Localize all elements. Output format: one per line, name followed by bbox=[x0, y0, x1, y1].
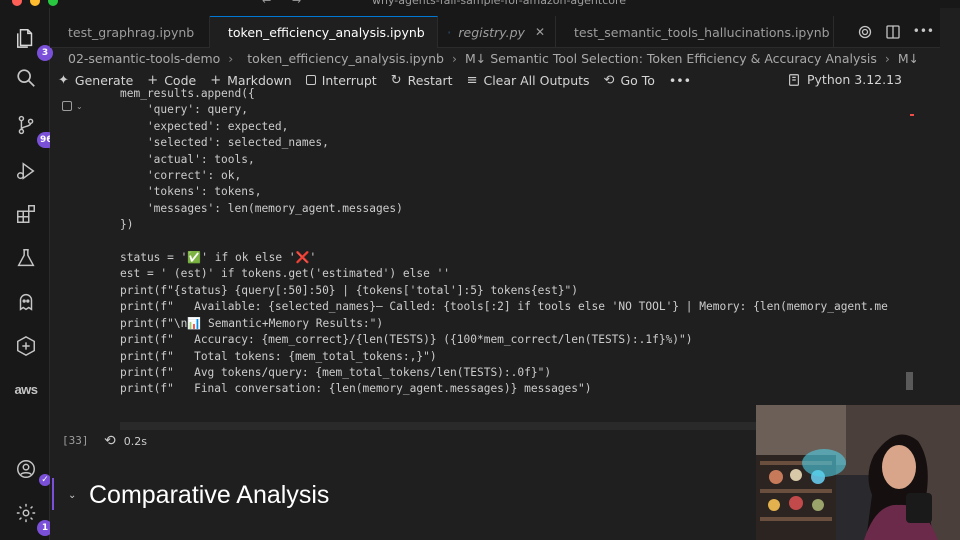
collapse-chevron-icon[interactable]: ⌄ bbox=[68, 490, 76, 501]
code-line: print(f" Avg tokens/query: {mem_total_to… bbox=[120, 365, 552, 379]
breadcrumb-file[interactable]: token_efficiency_analysis.ipynb bbox=[247, 51, 444, 66]
code-cell[interactable]: mem_results.append({ 'query': query, 'ex… bbox=[120, 86, 888, 398]
remote-icon[interactable] bbox=[13, 333, 39, 359]
activity-bar: 3 96 aws ✓ 1 bbox=[0, 8, 56, 540]
execution-status: ⟲ 0.2s bbox=[104, 433, 147, 449]
aws-icon[interactable]: aws bbox=[13, 376, 39, 402]
code-line: 'tokens': tokens, bbox=[120, 185, 262, 199]
code-line: 'messages': len(memory_agent.messages) bbox=[120, 201, 403, 215]
code-line: }) bbox=[120, 218, 134, 232]
forward-arrow-icon[interactable]: → bbox=[292, 0, 301, 7]
source-control-icon[interactable]: 96 bbox=[13, 112, 56, 148]
execution-count: [33] bbox=[62, 434, 89, 447]
breadcrumb-folder[interactable]: 02-semantic-tools-demo bbox=[68, 51, 220, 66]
kernel-label: Python 3.12.13 bbox=[806, 72, 902, 87]
code-line: est = ' (est)' if tokens.get('estimated'… bbox=[120, 267, 451, 281]
tab-registry[interactable]: registry.py ✕ bbox=[438, 16, 556, 48]
run-debug-icon[interactable] bbox=[13, 158, 39, 184]
code-line: 'actual': tools, bbox=[120, 152, 255, 166]
tab-token-efficiency[interactable]: token_efficiency_analysis.ipynb bbox=[210, 16, 438, 48]
code-line: 'expected': expected, bbox=[120, 119, 289, 133]
close-tab-icon[interactable]: ✕ bbox=[535, 25, 545, 39]
breadcrumb: 02-semantic-tools-demo › token_efficienc… bbox=[50, 48, 916, 68]
cell-focus-indicator bbox=[52, 478, 54, 510]
kernel-picker[interactable]: Python 3.12.13 bbox=[787, 72, 902, 87]
tab-test-semantic-tools[interactable]: test_semantic_tools_hallucinations.ipynb bbox=[556, 16, 834, 48]
sparkle-icon: ✦ bbox=[58, 72, 69, 88]
search-icon[interactable] bbox=[13, 65, 39, 91]
chevron-right-icon: › bbox=[452, 50, 457, 66]
code-line: print(f" Total tokens: {mem_total_tokens… bbox=[120, 349, 437, 363]
code-line: 'correct': ok, bbox=[120, 169, 242, 183]
settings-gear-icon[interactable] bbox=[857, 24, 873, 40]
editor-actions: ••• bbox=[857, 24, 934, 40]
editor-tab-bar: test_graphrag.ipynb token_efficiency_ana… bbox=[50, 8, 940, 48]
kernel-icon bbox=[789, 73, 799, 86]
manage-gear-icon[interactable]: 1 bbox=[13, 500, 53, 536]
scrollbar-error-marker bbox=[910, 114, 914, 116]
tab-label: token_efficiency_analysis.ipynb bbox=[228, 25, 425, 40]
tab-test-graphrag[interactable]: test_graphrag.ipynb bbox=[50, 16, 210, 48]
testing-icon[interactable] bbox=[13, 245, 39, 271]
explorer-icon[interactable]: 3 bbox=[13, 25, 53, 61]
code-line: print(f"\n📊 Semantic+Memory Results:") bbox=[120, 316, 384, 330]
webcam-overlay bbox=[756, 405, 960, 540]
copilot-icon[interactable] bbox=[13, 289, 39, 315]
python-file-icon bbox=[448, 31, 451, 33]
execution-duration: 0.2s bbox=[123, 434, 147, 448]
accounts-icon[interactable]: ✓ bbox=[13, 456, 51, 486]
code-line: mem_results.append({ bbox=[120, 87, 255, 100]
minimize-window-button[interactable] bbox=[30, 0, 40, 6]
close-window-button[interactable] bbox=[12, 0, 22, 6]
split-editor-icon[interactable] bbox=[885, 24, 901, 40]
code-line: 'selected': selected_names, bbox=[120, 136, 329, 150]
scrollbar-thumb[interactable] bbox=[906, 372, 913, 390]
aws-label: aws bbox=[14, 381, 38, 397]
cell-select-checkbox[interactable] bbox=[62, 101, 72, 111]
webcam-image bbox=[756, 405, 960, 540]
code-line: print(f"{status} {query[:50]:50} | {toke… bbox=[120, 283, 579, 297]
history-icon[interactable]: ⟲ bbox=[104, 433, 116, 449]
markdown-cell[interactable]: ⌄ Comparative Analysis bbox=[50, 478, 756, 540]
code-line: 'query': query, bbox=[120, 103, 248, 117]
code-line: print(f" Final conversation: {len(memory… bbox=[120, 382, 592, 396]
maximize-window-button[interactable] bbox=[48, 0, 58, 6]
more-actions-icon[interactable]: ••• bbox=[913, 24, 934, 40]
code-line: status = '✅' if ok else '❌' bbox=[120, 251, 317, 265]
chevron-down-icon[interactable]: ⌄ bbox=[76, 102, 83, 111]
cell-controls: ⌄ bbox=[62, 101, 83, 111]
title-bar: ← → why-agents-fail-sample-for-amazon-ag… bbox=[0, 0, 960, 8]
tab-label: registry.py bbox=[458, 24, 525, 40]
editor-scrollbar[interactable] bbox=[904, 92, 916, 404]
tab-label: test_semantic_tools_hallucinations.ipynb bbox=[574, 24, 830, 40]
section-heading: Comparative Analysis bbox=[89, 481, 330, 509]
back-arrow-icon[interactable]: ← bbox=[262, 0, 271, 7]
breadcrumb-section[interactable]: M↓ Semantic Tool Selection: Token Effici… bbox=[465, 51, 877, 66]
tab-label: test_graphrag.ipynb bbox=[68, 24, 195, 40]
cell-output-divider bbox=[120, 422, 756, 430]
stop-square-icon bbox=[305, 75, 316, 85]
chevron-right-icon: › bbox=[884, 50, 890, 66]
extensions-icon[interactable] bbox=[13, 201, 39, 227]
breadcrumb-subsection[interactable]: M↓ Test 3: Semanti bbox=[898, 51, 916, 66]
chevron-right-icon: › bbox=[228, 50, 234, 66]
code-line: print(f" Accuracy: {mem_correct}/{len(TE… bbox=[120, 333, 693, 347]
code-line: print(f" Available: {selected_names}— Ca… bbox=[120, 300, 888, 314]
window-title[interactable]: why-agents-fail-sample-for-amazon-agentc… bbox=[372, 0, 626, 7]
